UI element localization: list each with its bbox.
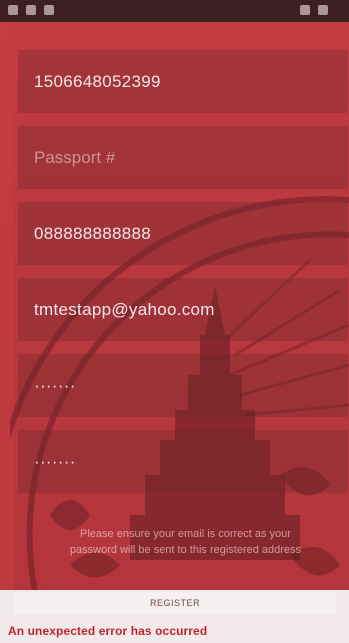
error-message: An unexpected error has occurred — [8, 624, 208, 638]
status-bar — [0, 0, 349, 22]
phone-field[interactable]: 088888888888 — [18, 202, 348, 265]
id-number-field[interactable]: 1506648052399 — [18, 50, 348, 113]
password-field[interactable]: ······· — [18, 354, 348, 417]
notice-line-1: Please ensure your email is correct as y… — [80, 528, 291, 540]
battery-icon — [318, 5, 328, 15]
email-value: tmtestapp@yahoo.com — [34, 299, 215, 319]
id-number-value: 1506648052399 — [34, 71, 161, 91]
register-button[interactable]: REGISTER — [14, 592, 336, 614]
left-edge-strip — [0, 22, 14, 590]
confirm-password-field[interactable]: ······· — [18, 430, 348, 493]
confirm-password-mask: ······· — [34, 451, 76, 471]
passport-field[interactable] — [18, 126, 348, 189]
passport-input[interactable] — [34, 147, 348, 168]
status-icon — [44, 5, 54, 15]
email-notice: Please ensure your email is correct as y… — [28, 526, 343, 558]
phone-value: 088888888888 — [34, 223, 152, 243]
password-mask: ······· — [34, 375, 76, 395]
signal-icon — [300, 5, 310, 15]
email-field[interactable]: tmtestapp@yahoo.com — [18, 278, 348, 341]
status-icon — [26, 5, 36, 15]
status-icon — [8, 5, 18, 15]
registration-screen: 1506648052399 088888888888 tmtestapp@yah… — [0, 0, 349, 643]
notice-line-2: password will be sent to this registered… — [69, 544, 302, 556]
